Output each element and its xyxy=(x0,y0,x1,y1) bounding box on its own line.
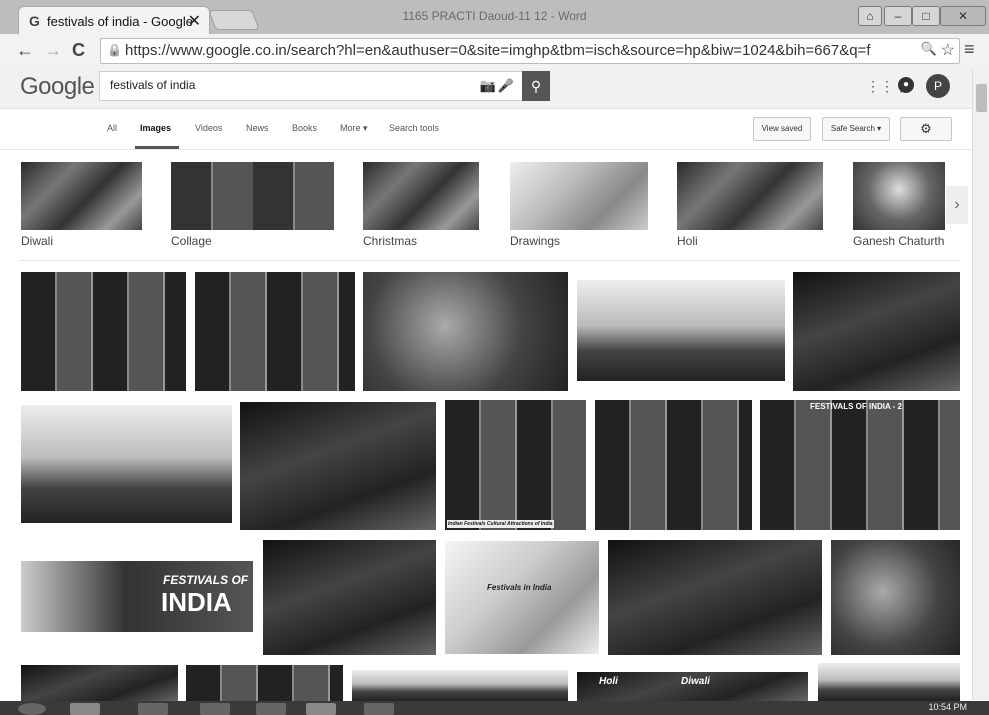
image-caption: INDIA xyxy=(161,587,232,617)
image-result[interactable] xyxy=(352,670,568,701)
image-caption: FESTIVALS OF xyxy=(163,573,249,587)
image-result[interactable] xyxy=(21,665,178,701)
image-result[interactable] xyxy=(186,665,343,701)
image-caption: Holi xyxy=(599,676,618,687)
image-caption: Festivals in India xyxy=(487,583,552,592)
taskbar-clock: 10:54 PM xyxy=(928,702,967,712)
image-result[interactable]: FESTIVALS OF INDIA xyxy=(21,561,253,632)
taskbar-app-icon[interactable] xyxy=(364,703,394,715)
image-result[interactable] xyxy=(363,272,568,391)
image-result[interactable] xyxy=(263,540,436,655)
image-result[interactable]: Festivals in India xyxy=(445,541,599,654)
image-result[interactable]: Holi Diwali xyxy=(577,672,808,701)
image-result[interactable] xyxy=(577,280,785,381)
image-result[interactable] xyxy=(608,540,822,655)
image-result[interactable] xyxy=(21,272,186,391)
os-taskbar: 10:54 PM xyxy=(0,701,989,715)
taskbar-app-icon[interactable] xyxy=(138,703,168,715)
taskbar-app-icon[interactable] xyxy=(256,703,286,715)
image-caption: Indian Festivals Cultural Attractions of… xyxy=(447,520,554,528)
taskbar-app-icon[interactable] xyxy=(306,703,336,715)
taskbar-app-icon[interactable] xyxy=(70,703,100,715)
image-result[interactable]: Indian Festivals Cultural Attractions of… xyxy=(445,400,586,530)
image-result[interactable] xyxy=(831,540,960,655)
image-result[interactable]: FESTIVALS OF INDIA - 2 xyxy=(760,400,960,530)
image-result[interactable] xyxy=(21,405,232,523)
image-caption: FESTIVALS OF INDIA - 2 xyxy=(810,402,903,411)
image-caption: Diwali xyxy=(681,676,710,687)
image-result[interactable] xyxy=(195,272,355,391)
page-scrollbar[interactable] xyxy=(972,68,989,700)
image-result[interactable] xyxy=(240,402,436,530)
image-result[interactable] xyxy=(595,400,752,530)
taskbar-app-icon[interactable] xyxy=(200,703,230,715)
scrollbar-thumb[interactable] xyxy=(976,84,987,112)
image-result[interactable] xyxy=(818,663,960,701)
image-results-grid: Indian Festivals Cultural Attractions of… xyxy=(0,0,972,715)
image-result[interactable] xyxy=(793,272,960,391)
start-button-icon[interactable] xyxy=(18,703,46,715)
